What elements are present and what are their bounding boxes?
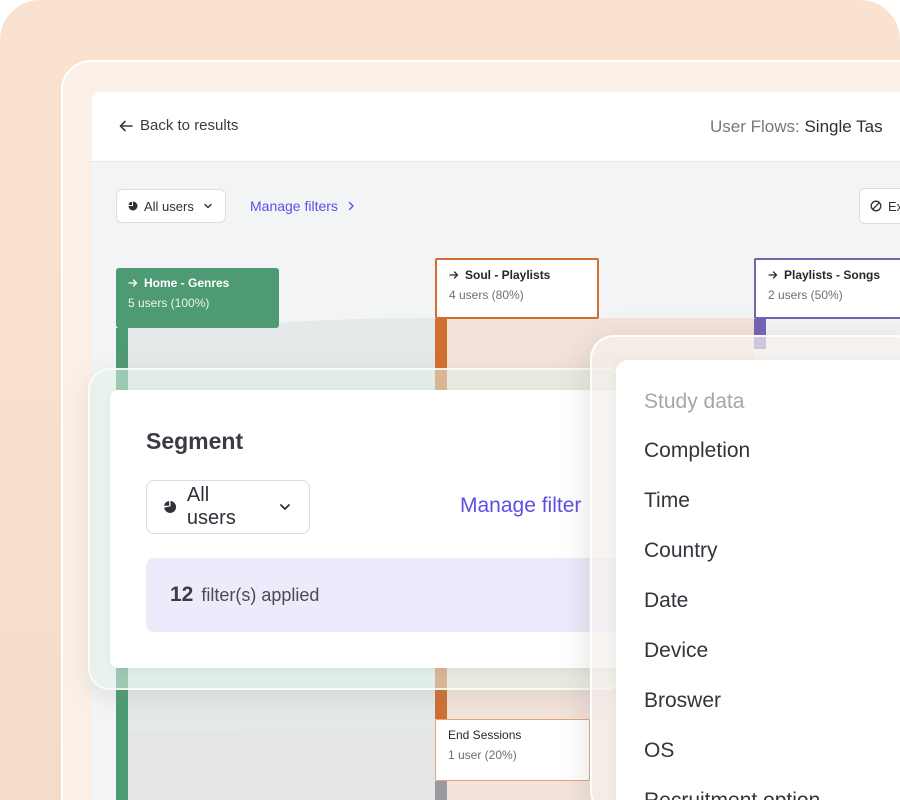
segment-panel: Segment All users Manage filter 12 filte… (110, 390, 636, 668)
chevron-down-icon (280, 504, 290, 510)
manage-filter-link[interactable]: Manage filter (460, 494, 581, 518)
flow-node-soul-playlists[interactable]: Soul - Playlists 4 users (80%) (435, 258, 599, 319)
study-data-panel: Study data Completion Time Country Date … (616, 360, 900, 800)
study-data-item-time[interactable]: Time (644, 489, 820, 539)
study-data-item-recruitment-option[interactable]: Recruitment option (644, 789, 820, 800)
flow-node-subtitle: 1 user (20%) (448, 748, 517, 762)
flow-node-title: End Sessions (448, 728, 577, 742)
segment-title: Segment (146, 428, 244, 454)
filters-text: filter(s) applied (201, 584, 320, 605)
study-data-heading: Study data (644, 390, 745, 413)
study-data-item-country[interactable]: Country (644, 539, 820, 589)
flow-node-playlists-songs[interactable]: Playlists - Songs 2 users (50%) (754, 258, 900, 319)
flow-bar-end (435, 781, 447, 800)
study-data-item-date[interactable]: Date (644, 589, 820, 639)
study-data-item-device[interactable]: Device (644, 639, 820, 689)
flow-node-title: Home - Genres (128, 276, 267, 290)
flow-node-subtitle: 2 users (50%) (768, 288, 843, 302)
study-data-item-os[interactable]: OS (644, 739, 820, 789)
flow-node-home-genres[interactable]: Home - Genres 5 users (100%) (116, 268, 279, 328)
study-data-list: Completion Time Country Date Device Bros… (644, 439, 820, 800)
flow-node-title-text: Soul - Playlists (465, 268, 551, 282)
flow-node-title-text: Playlists - Songs (784, 268, 881, 282)
flow-band-home-end (128, 727, 435, 800)
arrow-right-icon (768, 271, 778, 279)
flow-node-title-text: Home - Genres (144, 276, 230, 290)
flow-node-subtitle: 5 users (100%) (128, 296, 210, 310)
flow-node-end-sessions[interactable]: End Sessions 1 user (20%) (435, 719, 590, 781)
study-data-item-completion[interactable]: Completion (644, 439, 820, 489)
flow-node-title: Playlists - Songs (768, 268, 900, 282)
flow-node-title-text: End Sessions (448, 728, 522, 742)
filters-applied-banner[interactable]: 12 filter(s) applied (146, 558, 636, 632)
arrow-right-icon (128, 279, 138, 287)
segment-dropdown[interactable]: All users (146, 480, 310, 534)
arrow-right-icon (449, 271, 459, 279)
filters-count: 12 (170, 583, 194, 606)
pie-chart-icon (164, 501, 177, 513)
flow-node-title: Soul - Playlists (449, 268, 585, 282)
flow-node-subtitle: 4 users (80%) (449, 288, 524, 302)
segment-dropdown-label: All users (186, 484, 236, 529)
study-data-item-browser[interactable]: Broswer (644, 689, 820, 739)
